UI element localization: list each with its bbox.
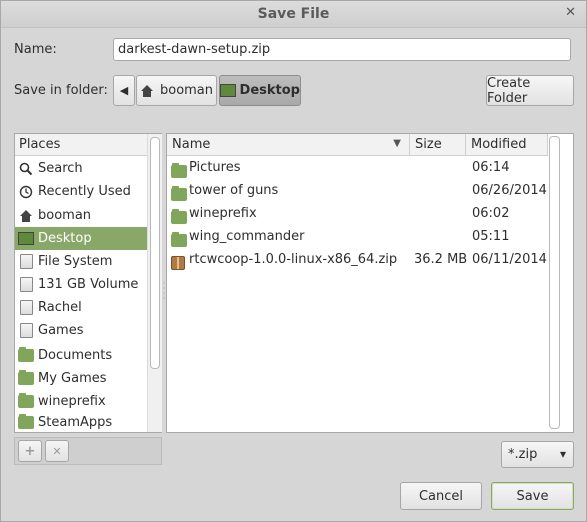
file-modified: 06/26/2014 [472,183,547,198]
save-in-folder-label: Save in folder: [14,83,108,98]
recent-icon [18,184,34,200]
file-list-pane: Name ▼ Size Modified Pictures 06:14 towe… [166,133,574,433]
place-label: 131 GB Volume [38,277,139,292]
file-row[interactable]: tower of guns 06/26/2014 [167,179,547,202]
close-icon[interactable]: ✕ [565,5,576,20]
places-header: Places [15,134,147,156]
file-filter-select[interactable]: *.zip ▾ [501,441,574,468]
place-label: File System [38,254,113,269]
breadcrumb-label: Desktop [239,83,300,98]
drive-icon [18,277,34,293]
place-my-games[interactable]: My Games [15,367,147,390]
plus-icon: + [24,443,36,459]
place-131gb-volume[interactable]: 131 GB Volume [15,273,147,296]
place-documents[interactable]: Documents [15,344,147,367]
chevron-down-icon: ▾ [559,447,566,461]
file-modified: 05:11 [472,229,510,244]
search-icon [18,161,34,177]
place-search[interactable]: Search [15,157,147,180]
file-list-scroll-thumb[interactable] [549,136,560,429]
places-scrollbar[interactable] [147,134,162,432]
file-name: wing_commander [189,229,305,244]
place-label: Search [38,161,83,176]
add-bookmark-button[interactable]: + [18,440,42,462]
place-label: Rachel [38,300,82,315]
file-modified: 06:02 [472,206,510,221]
place-games[interactable]: Games [15,319,147,342]
file-row[interactable]: Pictures 06:14 [167,156,547,179]
file-list-scrollbar[interactable] [548,134,573,432]
drive-icon [18,323,34,339]
file-name: rtcwcoop-1.0.0-linux-x86_64.zip [189,252,398,267]
file-row[interactable]: wing_commander 05:11 [167,225,547,248]
chevron-left-icon: ◀ [119,84,129,97]
path-back-button[interactable]: ◀ [113,75,135,106]
place-label: Documents [38,348,113,363]
place-label: Recently Used [38,184,131,199]
place-label: My Games [38,371,107,386]
desktop-icon [220,84,236,97]
folder-icon [18,414,34,431]
desktop-icon [18,231,34,247]
drive-icon [18,254,34,270]
place-wineprefix[interactable]: wineprefix [15,390,147,413]
sort-descending-icon: ▼ [393,138,401,149]
file-row[interactable]: rtcwcoop-1.0.0-linux-x86_64.zip 36.2 MB … [167,248,547,271]
file-modified: 06/11/2014 [472,252,547,267]
cancel-button[interactable]: Cancel [400,482,482,510]
filename-input[interactable] [113,38,571,61]
breadcrumb-desktop[interactable]: Desktop [219,75,301,106]
folder-icon [18,370,34,387]
place-rachel[interactable]: Rachel [15,296,147,319]
create-folder-button[interactable]: Create Folder [486,75,574,106]
file-modified: 06:14 [472,160,510,175]
folder-icon [18,347,34,364]
places-toolbar: + ✕ [14,437,162,465]
window-title: Save File [257,6,330,22]
place-steamapps[interactable]: SteamApps [15,413,147,432]
place-booman[interactable]: booman [15,204,147,227]
folder-icon [18,393,34,410]
place-label: Games [38,323,84,338]
column-header-size[interactable]: Size [410,134,466,156]
place-label: Desktop [38,231,92,246]
file-name: wineprefix [189,206,257,221]
breadcrumb-booman[interactable]: booman [136,75,217,106]
place-label: wineprefix [38,394,106,409]
column-name-label: Name [172,137,211,152]
save-file-dialog: Save File ✕ Name: Save in folder: ◀ boom… [0,0,587,522]
place-recently-used[interactable]: Recently Used [15,180,147,203]
place-label: booman [38,208,92,223]
save-button[interactable]: Save [491,482,574,510]
places-scroll-thumb[interactable] [150,137,160,369]
file-name: tower of guns [189,183,279,198]
home-icon [18,208,34,224]
column-header-modified[interactable]: Modified [466,134,548,156]
file-filter-value: *.zip [508,447,538,462]
file-row[interactable]: wineprefix 06:02 [167,202,547,225]
remove-icon: ✕ [52,444,62,458]
file-size: 36.2 MB [414,252,468,267]
place-label: SteamApps [38,415,113,430]
column-header-name[interactable]: Name ▼ [167,134,410,156]
title-bar[interactable]: Save File ✕ [1,1,586,28]
file-name: Pictures [189,160,241,175]
places-pane: Places Search Recently Used booman Deskt… [14,133,162,433]
drive-icon [18,300,34,316]
remove-bookmark-button[interactable]: ✕ [45,440,69,462]
home-icon [140,84,153,97]
breadcrumb-label: booman [159,83,214,98]
place-desktop[interactable]: Desktop [15,227,147,250]
place-file-system[interactable]: File System [15,250,147,273]
name-label: Name: [14,42,57,57]
